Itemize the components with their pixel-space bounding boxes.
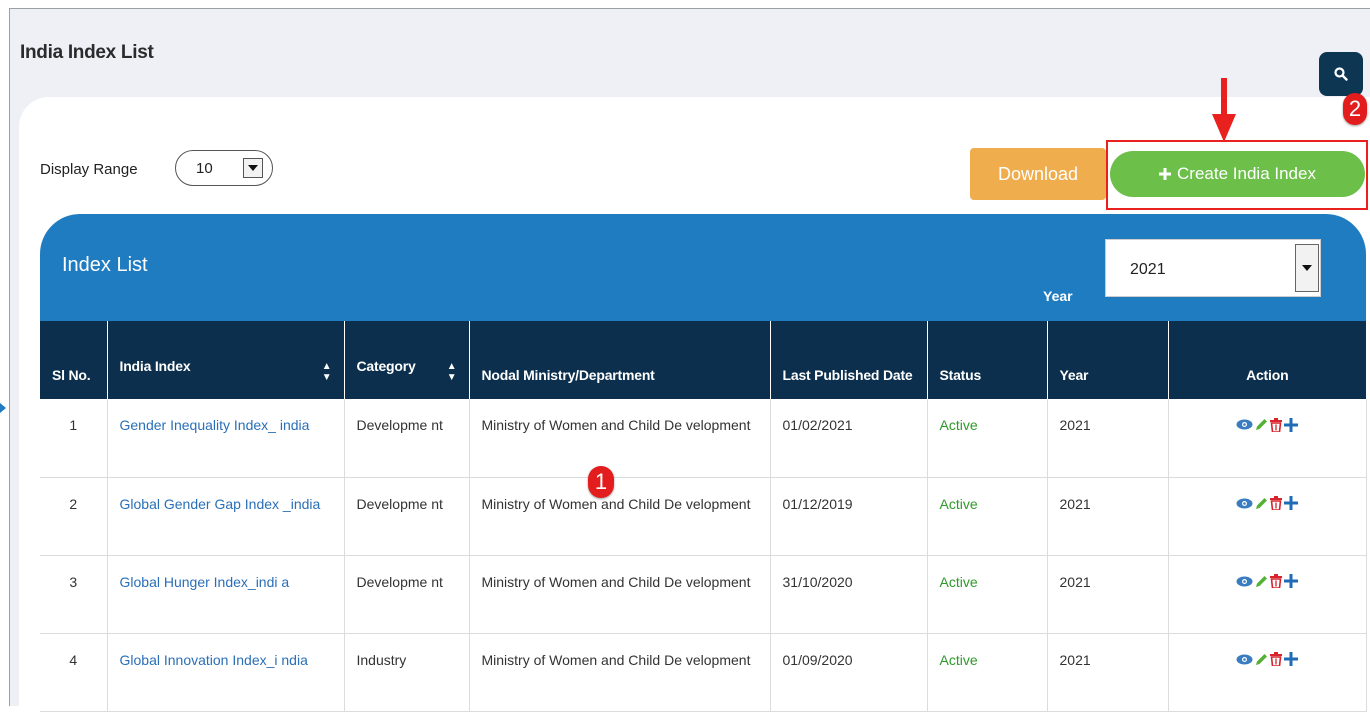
add-icon[interactable] <box>1284 417 1298 432</box>
row-category: Developme nt <box>344 399 470 478</box>
row-status: Active <box>927 633 1048 712</box>
row-status: Active <box>927 399 1048 478</box>
row-date: 01/09/2020 <box>770 633 928 712</box>
year-filter-value: 2021 <box>1130 261 1166 278</box>
edit-icon[interactable] <box>1255 418 1268 431</box>
row-actions <box>1168 477 1367 556</box>
table-header-row: Sl No. India Index ▲ ▼ Category ▲ ▼ Nodal Mi… <box>40 321 1366 399</box>
table-row: 4 Global Innovation Index_i ndia Industry M… <box>40 633 1367 712</box>
index-list-title: Index List <box>62 254 148 276</box>
add-icon[interactable] <box>1284 496 1298 510</box>
add-icon[interactable] <box>1284 652 1298 666</box>
row-year: 2021 <box>1047 555 1169 634</box>
row-actions <box>1168 399 1367 478</box>
row-index-link[interactable]: Global Innovation Index_i ndia <box>107 633 345 712</box>
column-header-ministry: Nodal Ministry/Department <box>469 321 771 399</box>
view-icon[interactable] <box>1236 576 1253 587</box>
row-sno: 1 <box>40 399 108 478</box>
edit-icon[interactable] <box>1255 653 1268 666</box>
row-actions <box>1168 555 1367 634</box>
column-header-action: Action <box>1168 321 1366 399</box>
edit-icon[interactable] <box>1255 497 1268 510</box>
row-ministry: Ministry of Women and Child De velopment <box>469 633 771 712</box>
row-year: 2021 <box>1047 399 1169 478</box>
column-header-status: Status <box>927 321 1048 399</box>
column-header-sno: Sl No. <box>40 321 108 399</box>
table-row: 1 Gender Inequality Index_ india Developme… <box>40 399 1367 478</box>
annotation-badge-2: 2 <box>1343 93 1367 125</box>
index-table: Sl No. India Index ▲ ▼ Category ▲ ▼ Nodal Mi… <box>40 321 1367 712</box>
download-button[interactable]: Download <box>970 148 1106 200</box>
column-header-category[interactable]: Category ▲ ▼ <box>344 321 470 399</box>
index-list-header: Index List Year 2021 <box>40 214 1366 321</box>
year-filter-select[interactable]: 2021 <box>1105 239 1321 297</box>
row-date: 01/12/2019 <box>770 477 928 556</box>
row-ministry: Ministry of Women and Child De velopment <box>469 477 771 556</box>
column-header-label: Category <box>356 358 416 374</box>
annotation-arrow-icon <box>1212 78 1236 142</box>
page-title: India Index List <box>20 42 154 63</box>
view-icon[interactable] <box>1236 654 1253 665</box>
sort-icon[interactable]: ▲ ▼ <box>322 361 332 383</box>
row-actions <box>1168 633 1367 712</box>
delete-icon[interactable] <box>1270 574 1282 588</box>
row-sno: 4 <box>40 633 108 712</box>
row-date: 01/02/2021 <box>770 399 928 478</box>
delete-icon[interactable] <box>1270 652 1282 666</box>
row-ministry: Ministry of Women and Child De velopment <box>469 555 771 634</box>
search-icon <box>1334 67 1348 81</box>
row-index-link[interactable]: Global Hunger Index_indi a <box>107 555 345 634</box>
add-icon[interactable] <box>1284 574 1298 588</box>
column-header-label: India Index <box>119 358 191 374</box>
chevron-down-icon[interactable] <box>243 158 263 178</box>
display-range-label: Display Range <box>40 161 138 178</box>
row-category: Developme nt <box>344 477 470 556</box>
display-range-select[interactable]: 10 <box>175 150 273 186</box>
view-icon[interactable] <box>1236 419 1253 430</box>
row-category: Industry <box>344 633 470 712</box>
annotation-highlight-box <box>1106 140 1368 210</box>
column-header-year: Year <box>1047 321 1169 399</box>
row-category: Developme nt <box>344 555 470 634</box>
row-index-link[interactable]: Global Gender Gap Index _india <box>107 477 345 556</box>
column-header-date: Last Published Date <box>770 321 928 399</box>
row-index-link[interactable]: Gender Inequality Index_ india <box>107 399 345 478</box>
table-row: 3 Global Hunger Index_indi a Developme nt M… <box>40 555 1367 634</box>
row-year: 2021 <box>1047 477 1169 556</box>
sort-icon[interactable]: ▲ ▼ <box>447 361 457 383</box>
left-edge-arrow-icon <box>0 403 6 413</box>
row-sno: 3 <box>40 555 108 634</box>
row-status: Active <box>927 555 1048 634</box>
column-header-india-index[interactable]: India Index ▲ ▼ <box>107 321 345 399</box>
edit-icon[interactable] <box>1255 575 1268 588</box>
row-status: Active <box>927 477 1048 556</box>
display-range-value: 10 <box>196 160 213 177</box>
delete-icon[interactable] <box>1270 417 1282 432</box>
row-ministry: Ministry of Women and Child De velopment <box>469 399 771 478</box>
year-filter-label: Year <box>1043 288 1073 304</box>
chevron-down-icon[interactable] <box>1295 244 1319 292</box>
row-date: 31/10/2020 <box>770 555 928 634</box>
view-icon[interactable] <box>1236 498 1253 509</box>
annotation-badge-1: 1 <box>588 466 614 498</box>
row-year: 2021 <box>1047 633 1169 712</box>
delete-icon[interactable] <box>1270 496 1282 510</box>
search-button[interactable] <box>1319 52 1363 96</box>
row-sno: 2 <box>40 477 108 556</box>
table-row: 2 Global Gender Gap Index _india Developme… <box>40 477 1367 556</box>
index-list-panel: Index List Year 2021 Sl No. India Index ▲… <box>40 214 1367 712</box>
